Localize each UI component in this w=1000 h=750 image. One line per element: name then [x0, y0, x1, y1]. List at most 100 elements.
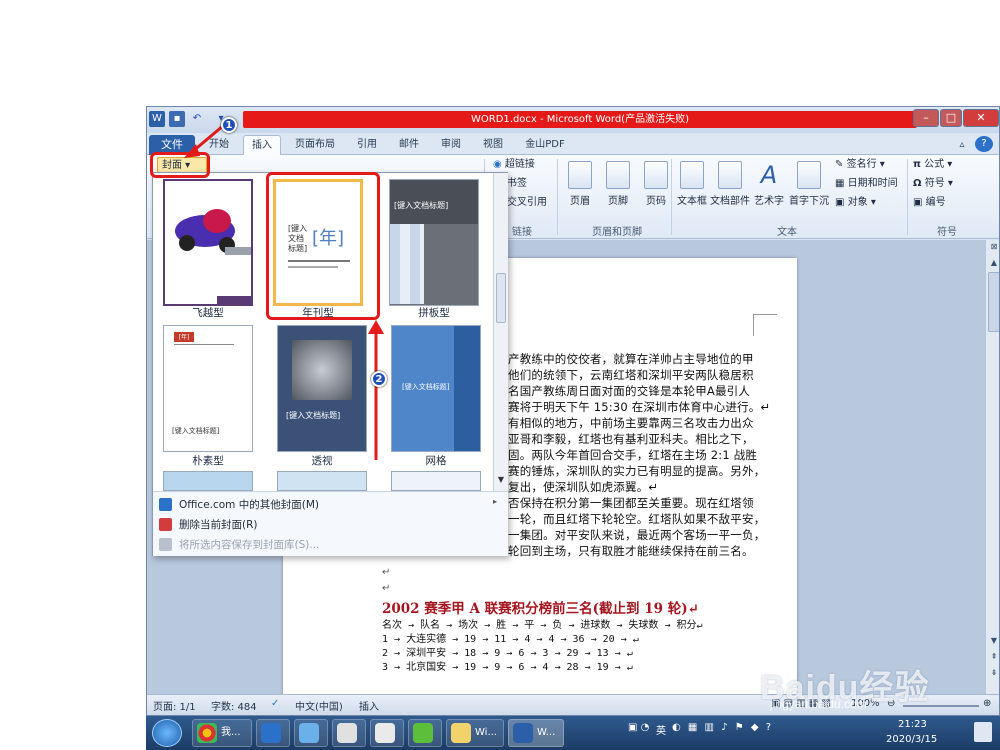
tray-icons[interactable]: ◐ ▦ ▥ ♪ ⚑ ◆ ? — [672, 722, 773, 733]
page-number-button[interactable]: 页码 — [639, 161, 673, 207]
cover-label: 网格 — [425, 455, 447, 467]
app-icon — [337, 723, 357, 743]
cover-thumb-perspective[interactable]: [键入文档标题] — [277, 325, 367, 452]
minimize-button[interactable]: – — [913, 109, 939, 127]
ruler-toggle-icon[interactable]: ⊠ — [988, 242, 999, 254]
taskbar-app[interactable] — [332, 719, 366, 747]
page-number-icon — [644, 161, 668, 189]
body-line: 产教练中的佼佼者，就算在洋帅占主导地位的甲 — [508, 352, 754, 366]
header-button[interactable]: 页眉 — [563, 161, 597, 207]
cover-thumb-grid[interactable]: [键入文档标题] — [391, 325, 481, 452]
annotation-arrow — [184, 118, 231, 158]
zoom-in-icon[interactable]: ⊕ — [983, 698, 991, 709]
table-row: 3 → 北京国安 → 19 → 9 → 6 → 4 → 28 → 19 → ↵ — [382, 662, 633, 673]
table-title: 2002 赛季甲 A 联赛积分榜前三名(截止到 19 轮)↵ — [382, 601, 699, 617]
ime-indicator[interactable]: 英 — [656, 722, 666, 737]
clock-time[interactable]: 21:23 — [898, 719, 927, 730]
cover-year-text: [年] — [174, 332, 194, 342]
app-icon — [413, 723, 433, 743]
tab-view[interactable]: 视图 — [475, 135, 511, 155]
tray-icons[interactable]: ▣ ◔ — [628, 722, 649, 733]
separator — [557, 159, 558, 235]
cover-thumb-flyover[interactable] — [163, 179, 253, 306]
taskbar-app[interactable] — [256, 719, 290, 747]
signature-line-button[interactable]: ✎ 签名行 ▾ — [835, 157, 885, 173]
hyperlink-button[interactable]: ◉ 超链接 — [493, 157, 535, 173]
cover-thumb-next[interactable] — [391, 471, 481, 491]
taskbar-explorer[interactable]: Wi... — [446, 719, 504, 747]
page-indicator[interactable]: 页面: 1/1 — [153, 698, 196, 713]
word-icon — [513, 723, 533, 743]
more-covers-menu-item[interactable]: Office.com 中的其他封面(M) — [179, 497, 319, 512]
tab-page-layout[interactable]: 页面布局 — [287, 135, 343, 155]
taskbar-app[interactable] — [294, 719, 328, 747]
scroll-up-icon[interactable]: ▲ — [988, 258, 999, 270]
cover-thumb-simple[interactable]: [年] [键入文档标题] — [163, 325, 253, 452]
tab-review[interactable]: 审阅 — [433, 135, 469, 155]
paragraph-mark: ↵ — [382, 567, 391, 578]
quick-parts-button[interactable]: 文档部件 — [709, 161, 751, 207]
ribbon-tabs: 文件 开始 插入 页面布局 引用 邮件 审阅 视图 金山PDF ▵ ? — [147, 133, 999, 155]
step-badge-1: 1 — [221, 117, 237, 133]
scroll-thumb[interactable] — [988, 272, 999, 332]
insert-mode[interactable]: 插入 — [359, 698, 379, 713]
submenu-arrow-icon: ▸ — [493, 497, 498, 506]
scroll-down-icon[interactable]: ▼ — [988, 636, 999, 648]
taskbar-app[interactable] — [408, 719, 442, 747]
cover-thumb-next[interactable] — [163, 471, 253, 491]
globe-icon: ◉ — [493, 159, 502, 170]
gallery-scroll-thumb[interactable] — [496, 273, 506, 323]
signature-icon: ✎ — [835, 159, 844, 170]
wordart-button[interactable]: A 艺术字 — [751, 161, 787, 207]
bookmark-button[interactable]: 书签 — [507, 176, 527, 192]
clock-date[interactable]: 2020/3/15 — [886, 734, 937, 745]
body-line: 赛的锤炼，深圳队的实力已有明显的提高。另外， — [508, 464, 766, 478]
remove-cover-menu-item[interactable]: 删除当前封面(R) — [179, 517, 258, 532]
tab-references[interactable]: 引用 — [349, 135, 385, 155]
object-button[interactable]: ▣ 对象 ▾ — [835, 195, 876, 211]
start-button[interactable] — [152, 719, 182, 747]
language-indicator[interactable]: 中文(中国) — [295, 698, 343, 713]
word-count[interactable]: 字数: 484 — [211, 698, 257, 713]
paragraph-mark: ↵ — [382, 583, 391, 594]
next-page-icon[interactable]: ⇟ — [988, 668, 999, 680]
save-cover-icon — [159, 538, 172, 551]
tab-kingsoft-pdf[interactable]: 金山PDF — [517, 135, 573, 155]
word-app-icon[interactable]: W — [149, 111, 165, 127]
proofing-icon[interactable]: ✓ — [271, 698, 279, 709]
numbering-button[interactable]: ▣ 编号 — [913, 195, 946, 211]
object-icon: ▣ — [835, 197, 845, 208]
title-bar: W ▪ ↶ ▾ WORD1.docx - Microsoft Word(产品激活… — [147, 107, 999, 133]
vertical-scrollbar[interactable]: ⊠ ▲ ▼ ⇞ ⇟ — [985, 240, 999, 694]
equation-button[interactable]: π 公式 ▾ — [913, 157, 952, 173]
cross-reference-button[interactable]: 交叉引用 — [507, 195, 547, 211]
maximize-button[interactable]: □ — [940, 109, 962, 127]
cover-thumb-next[interactable] — [277, 471, 367, 491]
date-time-button[interactable]: ▦ 日期和时间 — [835, 176, 898, 192]
footer-button[interactable]: 页脚 — [601, 161, 635, 207]
prev-page-icon[interactable]: ⇞ — [988, 652, 999, 664]
tab-mailings[interactable]: 邮件 — [391, 135, 427, 155]
body-line: 一集团。对平安队来说，最近两个客场一平一负， — [508, 528, 766, 542]
notification-icon[interactable] — [974, 722, 992, 742]
motorcycle-image — [165, 181, 251, 304]
pi-icon: π — [913, 159, 921, 170]
close-button[interactable]: ✕ — [963, 109, 999, 127]
symbol-button[interactable]: Ω 符号 ▾ — [913, 176, 953, 192]
body-line: 名国产教练周日面对面的交锋是本轮甲A最引人 — [508, 384, 751, 398]
taskbar-app[interactable] — [370, 719, 404, 747]
ribbon-collapse-icon[interactable]: ▵ — [953, 135, 971, 155]
help-icon[interactable]: ? — [975, 136, 993, 152]
gallery-scrollbar[interactable]: ▼ — [493, 173, 508, 491]
cover-label: 拼板型 — [418, 307, 450, 319]
taskbar-chrome[interactable]: 我... — [192, 719, 252, 747]
drop-cap-button[interactable]: 首字下沉 — [787, 161, 831, 207]
cover-title-text: [键入文档标题] — [394, 201, 449, 210]
margin-marker — [753, 314, 777, 336]
save-to-cover-gallery-menu-item[interactable]: 将所选内容保存到封面库(S)... — [179, 537, 319, 552]
remove-cover-icon — [159, 518, 172, 531]
textbox-button[interactable]: 文本框 — [673, 161, 711, 207]
gallery-scroll-down-icon[interactable]: ▼ — [495, 475, 507, 487]
taskbar-word[interactable]: W... — [508, 719, 564, 747]
cover-thumb-tiles[interactable]: [键入文档标题] — [389, 179, 479, 306]
